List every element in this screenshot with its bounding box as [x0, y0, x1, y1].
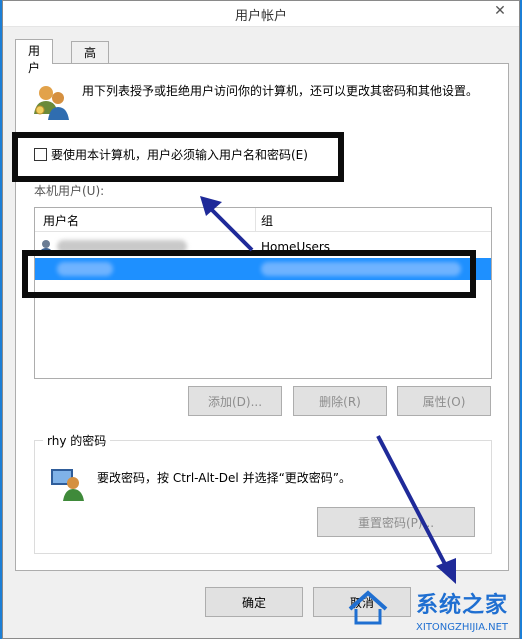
tab-users[interactable]: 用户 — [15, 39, 54, 75]
close-icon: ✕ — [494, 3, 506, 19]
delete-button[interactable]: 删除(R) — [293, 386, 387, 416]
ok-button[interactable]: 确定 — [205, 587, 303, 617]
users-icon — [34, 86, 69, 120]
watermark-house-icon — [348, 590, 388, 625]
add-button[interactable]: 添加(D)... — [188, 386, 282, 416]
user-keyboard-icon — [51, 469, 84, 501]
column-divider — [255, 208, 256, 232]
close-button[interactable]: ✕ — [485, 1, 515, 21]
watermark-en-text: XITONGZHIJIA.NET — [416, 622, 508, 633]
window-title: 用户帐户 — [234, 9, 287, 24]
title-bar[interactable]: 用户帐户 ✕ — [3, 1, 519, 27]
column-group[interactable]: 组 — [261, 212, 273, 229]
local-users-label: 本机用户(U): — [34, 184, 105, 198]
highlight-box-checkbox — [12, 132, 344, 182]
user-accounts-window: 用户帐户 ✕ 用户 高级 用下列表授予或拒绝用户访问你的计算机，还可以更改其密码… — [2, 0, 520, 639]
password-group-title: rhy 的密码 — [43, 432, 111, 449]
intro-description: 用下列表授予或拒绝用户访问你的计算机，还可以更改其密码和其他设置。 — [82, 84, 479, 98]
highlight-box-user-row — [22, 250, 476, 298]
properties-button[interactable]: 属性(O) — [397, 386, 491, 416]
list-header: 用户名 组 — [35, 208, 491, 232]
reset-password-button[interactable]: 重置密码(P)... — [317, 507, 475, 537]
column-username[interactable]: 用户名 — [43, 212, 79, 229]
password-instruction: 要改密码，按 Ctrl-Alt-Del 并选择“更改密码”。 — [97, 471, 352, 485]
tab-advanced[interactable]: 高级 — [71, 41, 110, 77]
password-group: rhy 的密码 要改密码，按 Ctrl-Alt-Del 并选择“更改密码”。 重… — [34, 432, 492, 554]
watermark: 系统之家 XITONGZHIJIA.NET — [346, 581, 516, 637]
watermark-cn-text: 系统之家 — [415, 593, 508, 618]
